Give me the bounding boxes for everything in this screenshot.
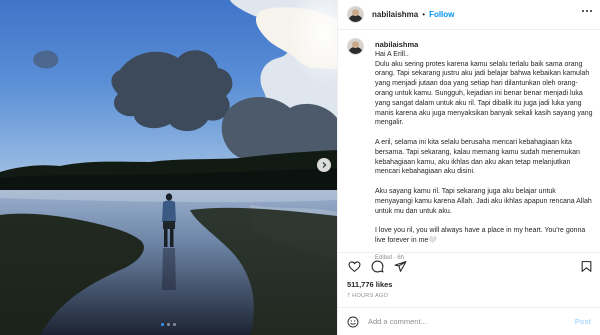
share-icon[interactable] [393,259,407,273]
heart-icon[interactable] [347,259,361,273]
author-avatar[interactable] [347,6,364,23]
follow-button[interactable]: Follow [429,10,454,19]
emoji-icon[interactable] [347,316,359,328]
comment-icon[interactable] [370,259,384,273]
post-header: nabilaishma • Follow [338,0,600,30]
caption-greeting: Hai A Erill.. [375,50,409,58]
caption-paragraph: A eril, selama ini kita selalu berusaha … [375,138,580,176]
carousel-indicator [0,323,337,326]
caption-username[interactable]: nabilaishma [375,40,595,50]
caption-body: nabilaishma Hai A Erill.. Dulu aku serin… [375,40,595,263]
instagram-post: nabilaishma • Follow nabilaishma Hai A E… [0,0,600,335]
action-bar [347,259,593,273]
carousel-dot [173,323,176,326]
more-options-icon[interactable] [582,10,592,12]
caption-paragraph: I love you ril, you will always have a p… [375,227,586,244]
carousel-dot [161,323,164,326]
chevron-right-icon [322,162,327,168]
caption-paragraph: Aku sayang kamu ril. Tapi sekarang juga … [375,187,592,215]
likes-count[interactable]: 511,776 likes [347,280,392,289]
comment-input[interactable] [368,313,575,330]
lake-photo [0,0,337,335]
comment-bar: Post [338,307,600,335]
post-time[interactable]: 7 HOURS AGO [347,293,388,299]
post-comment-button[interactable]: Post [575,317,591,326]
author-username[interactable]: nabilaishma [372,10,418,19]
caption-avatar[interactable] [347,38,364,55]
carousel-next-button[interactable] [317,158,331,172]
bookmark-icon[interactable] [579,259,593,273]
header-separator: • [422,10,426,19]
post-side-panel: nabilaishma • Follow nabilaishma Hai A E… [337,0,600,335]
carousel-dot [167,323,170,326]
post-media[interactable] [0,0,337,335]
caption-paragraph: Dulu aku sering protes karena kamu selal… [375,60,593,127]
post-caption: nabilaishma Hai A Erill.. Dulu aku serin… [347,38,593,261]
